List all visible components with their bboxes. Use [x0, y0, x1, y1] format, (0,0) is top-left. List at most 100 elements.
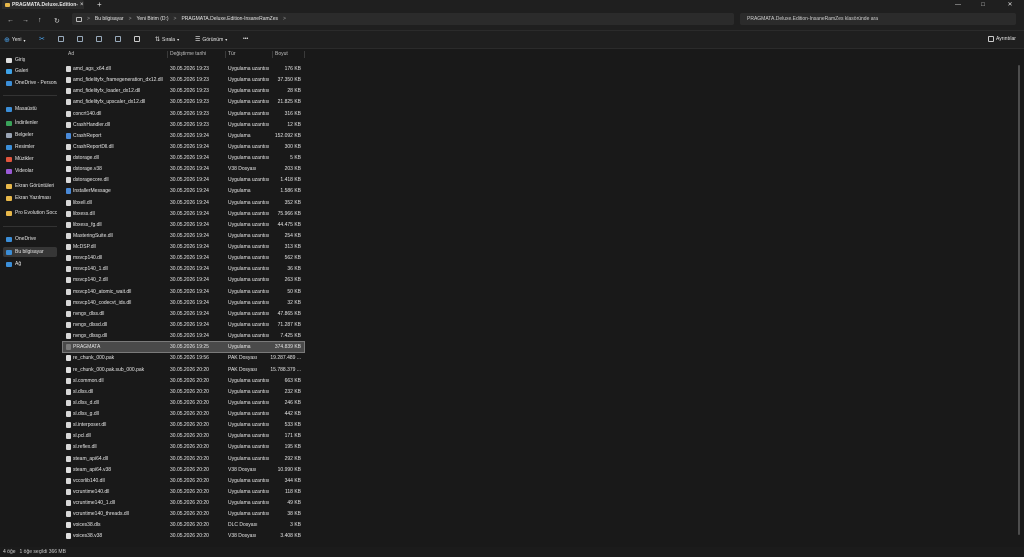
table-row[interactable]: steam_api64.v38 30.05.2026 20:20 V38 Dosya…: [63, 465, 304, 475]
sidebar-item-documents[interactable]: Belgeler: [3, 130, 57, 140]
table-row[interactable]: amd_fidelityfx_loader_dx12.dll 30.05.2026…: [63, 86, 304, 96]
sidebar-item-onedrive[interactable]: OneDrive: [3, 234, 57, 244]
column-header-size[interactable]: Boyut: [272, 50, 304, 58]
table-row[interactable]: nvngx_dlss.dll 30.05.2026 19:24 Uygulama u…: [63, 309, 304, 319]
table-row[interactable]: nvngx_dlssd.dll 30.05.2026 19:24 Uygulama …: [63, 320, 304, 330]
file-size: 254 KB: [284, 232, 301, 239]
scrollbar-thumb[interactable]: [1018, 65, 1020, 535]
table-row[interactable]: re_chunk_000.pak 30.05.2026 19:56 PAK Dosy…: [63, 353, 304, 363]
file-icon: [66, 166, 71, 173]
table-row[interactable]: sl.dlss.dll 30.05.2026 20:20 Uygulama uzan…: [63, 387, 304, 397]
file-date: 30.05.2026 19:23: [170, 88, 209, 95]
table-row[interactable]: msvcp140_atomic_wait.dll 30.05.2026 19:24…: [63, 287, 304, 297]
sidebar-item-screenshots[interactable]: Ekran Görüntüleri: [3, 181, 57, 191]
file-name: McDSP.dll: [73, 244, 96, 251]
table-row[interactable]: steam_api64.dll 30.05.2026 20:20 Uygulama …: [63, 454, 304, 464]
table-row[interactable]: dstorage.dll 30.05.2026 19:24 Uygulama uza…: [63, 153, 304, 163]
rename-icon[interactable]: [96, 36, 102, 42]
table-row[interactable]: nvngx_dlssg.dll 30.05.2026 19:24 Uygulama …: [63, 331, 304, 341]
table-row[interactable]: CrashReport 30.05.2026 19:24 Uygulama 152.0…: [63, 131, 304, 141]
table-row[interactable]: msvcp140_codecvt_ids.dll 30.05.2026 19:24…: [63, 298, 304, 308]
sidebar-item-network[interactable]: Ağ: [3, 259, 57, 269]
column-header-date[interactable]: Değiştirme tarihi: [167, 50, 223, 58]
table-row[interactable]: sl.interposer.dll 30.05.2026 20:20 Uygulam…: [63, 420, 304, 430]
table-row[interactable]: voices38.v38 30.05.2026 20:20 V38 Dosyası 3…: [63, 531, 304, 541]
sidebar-item-screen-recordings[interactable]: Ekran Yazılması: [3, 193, 57, 203]
sidebar-item-music[interactable]: Müzikler: [3, 154, 57, 164]
table-row[interactable]: concrt140.dll 30.05.2026 19:23 Uygulama uz…: [63, 109, 304, 119]
sidebar-item-downloads[interactable]: İndirilenler: [3, 118, 57, 128]
copy-icon[interactable]: [58, 36, 64, 42]
sidebar-item-onedrive-personal[interactable]: OneDrive - Persona: [3, 78, 57, 88]
table-row[interactable]: amd_fidelityfx_framegeneration_dx12.dll 3…: [63, 75, 304, 85]
table-row[interactable]: voices38.dls 30.05.2026 20:20 DLC Dosyası 3…: [63, 520, 304, 530]
up-icon[interactable]: ↑: [38, 17, 42, 24]
column-header-name[interactable]: Ad: [65, 50, 165, 58]
table-row[interactable]: libxell.dll 30.05.2026 19:24 Uygulama uzan…: [63, 198, 304, 208]
table-row[interactable]: amd_fidelityfx_upscaler_dx12.dll 30.05.20…: [63, 97, 304, 107]
minimize-button[interactable]: —: [951, 0, 965, 9]
maximize-button[interactable]: □: [976, 0, 990, 9]
table-row[interactable]: vcruntime140_1.dll 30.05.2026 20:20 Uygula…: [63, 498, 304, 508]
table-row[interactable]: sl.dlss_d.dll 30.05.2026 20:20 Uygulama uz…: [63, 398, 304, 408]
table-row[interactable]: vcruntime140.dll 30.05.2026 20:20 Uygulama…: [63, 487, 304, 497]
refresh-icon[interactable]: ↻: [54, 17, 60, 25]
cut-icon[interactable]: ✂: [39, 35, 45, 43]
back-icon[interactable]: ←: [7, 17, 14, 24]
search-input[interactable]: PRAGMATA.Deluxe.Edition-InsaneRamZes kla…: [740, 13, 1016, 25]
breadcrumb-drive[interactable]: Yeni Birim (D:): [136, 16, 168, 22]
table-row[interactable]: sl.common.dll 30.05.2026 20:20 Uygulama uz…: [63, 376, 304, 386]
sidebar-item-gallery[interactable]: Galeri: [3, 66, 57, 76]
table-row[interactable]: CrashHandler.dll 30.05.2026 19:23 Uygulama…: [63, 120, 304, 130]
delete-icon[interactable]: [134, 36, 140, 42]
table-row[interactable]: sl.reflex.dll 30.05.2026 20:20 Uygulama uz…: [63, 442, 304, 452]
column-header-type[interactable]: Tür: [225, 50, 271, 58]
table-row[interactable]: McDSP.dll 30.05.2026 19:24 Uygulama uzantı…: [63, 242, 304, 252]
table-row[interactable]: sl.pcl.dll 30.05.2026 20:20 Uygulama uzant…: [63, 431, 304, 441]
file-name: msvcp140_1.dll: [73, 266, 108, 273]
new-tab-button[interactable]: +: [97, 0, 102, 9]
breadcrumb-this-pc[interactable]: Bu bilgisayar: [95, 16, 124, 22]
file-size: 47.865 KB: [277, 310, 301, 317]
table-row[interactable]: vcruntime140_threads.dll 30.05.2026 20:20…: [63, 509, 304, 519]
more-button[interactable]: •••: [243, 36, 248, 42]
file-size: 5 KB: [290, 155, 301, 162]
table-row[interactable]: CrashReportDll.dll 30.05.2026 19:24 Uygula…: [63, 142, 304, 152]
table-row[interactable]: msvcp140_2.dll 30.05.2026 19:24 Uygulama u…: [63, 275, 304, 285]
table-row[interactable]: msvcp140_1.dll 30.05.2026 19:24 Uygulama u…: [63, 264, 304, 274]
new-button[interactable]: ⊕ Yeni ▾: [4, 36, 25, 44]
column-divider[interactable]: [304, 51, 305, 58]
forward-icon[interactable]: →: [22, 17, 29, 24]
table-row[interactable]: dstoragecore.dll 30.05.2026 19:24 Uygulama…: [63, 175, 304, 185]
table-row[interactable]: re_chunk_000.pak.sub_000.pak 30.05.2026 2…: [63, 365, 304, 375]
sidebar-item-this-pc[interactable]: Bu bilgisayar: [3, 247, 57, 257]
table-row[interactable]: MasteringSuite.dll 30.05.2026 19:24 Uygula…: [63, 231, 304, 241]
table-row[interactable]: dstorage.v38 30.05.2026 19:24 V38 Dosyası 2…: [63, 164, 304, 174]
file-name: steam_api64.dll: [73, 455, 109, 462]
sidebar-item-home[interactable]: Giriş: [3, 55, 57, 65]
sidebar-item-pro-evolution-soccer[interactable]: Pro Evolution Socc: [3, 208, 57, 218]
file-date: 30.05.2026 19:24: [170, 266, 209, 273]
sidebar-item-videos[interactable]: Videolar: [3, 166, 57, 176]
table-row[interactable]: msvcp140.dll 30.05.2026 19:24 Uygulama uza…: [63, 253, 304, 263]
table-row[interactable]: sl.dlss_g.dll 30.05.2026 20:20 Uygulama uz…: [63, 409, 304, 419]
table-row[interactable]: vccorlib140.dll 30.05.2026 20:20 Uygulama …: [63, 476, 304, 486]
sidebar-item-pictures[interactable]: Resimler: [3, 142, 57, 152]
table-row[interactable]: libxess.dll 30.05.2026 19:24 Uygulama uzan…: [63, 209, 304, 219]
address-bar[interactable]: > Bu bilgisayar > Yeni Birim (D:) > PRAG…: [72, 13, 734, 25]
share-icon[interactable]: [115, 36, 121, 42]
tab-active[interactable]: PRAGMATA.Deluxe.Edition-In ×: [2, 0, 84, 9]
close-tab-icon[interactable]: ×: [80, 2, 84, 8]
view-button[interactable]: ☰ Görünüm ▾: [195, 36, 227, 44]
sort-button[interactable]: ⇅ Sırala ▾: [155, 36, 179, 44]
vertical-scrollbar[interactable]: [1018, 50, 1021, 545]
paste-icon[interactable]: [77, 36, 83, 42]
details-button[interactable]: Ayrıntılar: [988, 36, 1016, 42]
close-button[interactable]: ✕: [1003, 0, 1017, 9]
breadcrumb-folder[interactable]: PRAGMATA.Deluxe.Edition-InsaneRamZes: [181, 16, 278, 22]
table-row[interactable]: libxess_fg.dll 30.05.2026 19:24 Uygulama u…: [63, 220, 304, 230]
table-row[interactable]: amd_ags_x64.dll 30.05.2026 19:23 Uygulama …: [63, 64, 304, 74]
table-row[interactable]: PRAGMATA 30.05.2026 19:25 Uygulama 374.839 …: [62, 341, 305, 354]
table-row[interactable]: InstallerMessage 30.05.2026 19:24 Uygulama…: [63, 186, 304, 196]
sidebar-item-desktop[interactable]: Masaüstü: [3, 104, 57, 114]
